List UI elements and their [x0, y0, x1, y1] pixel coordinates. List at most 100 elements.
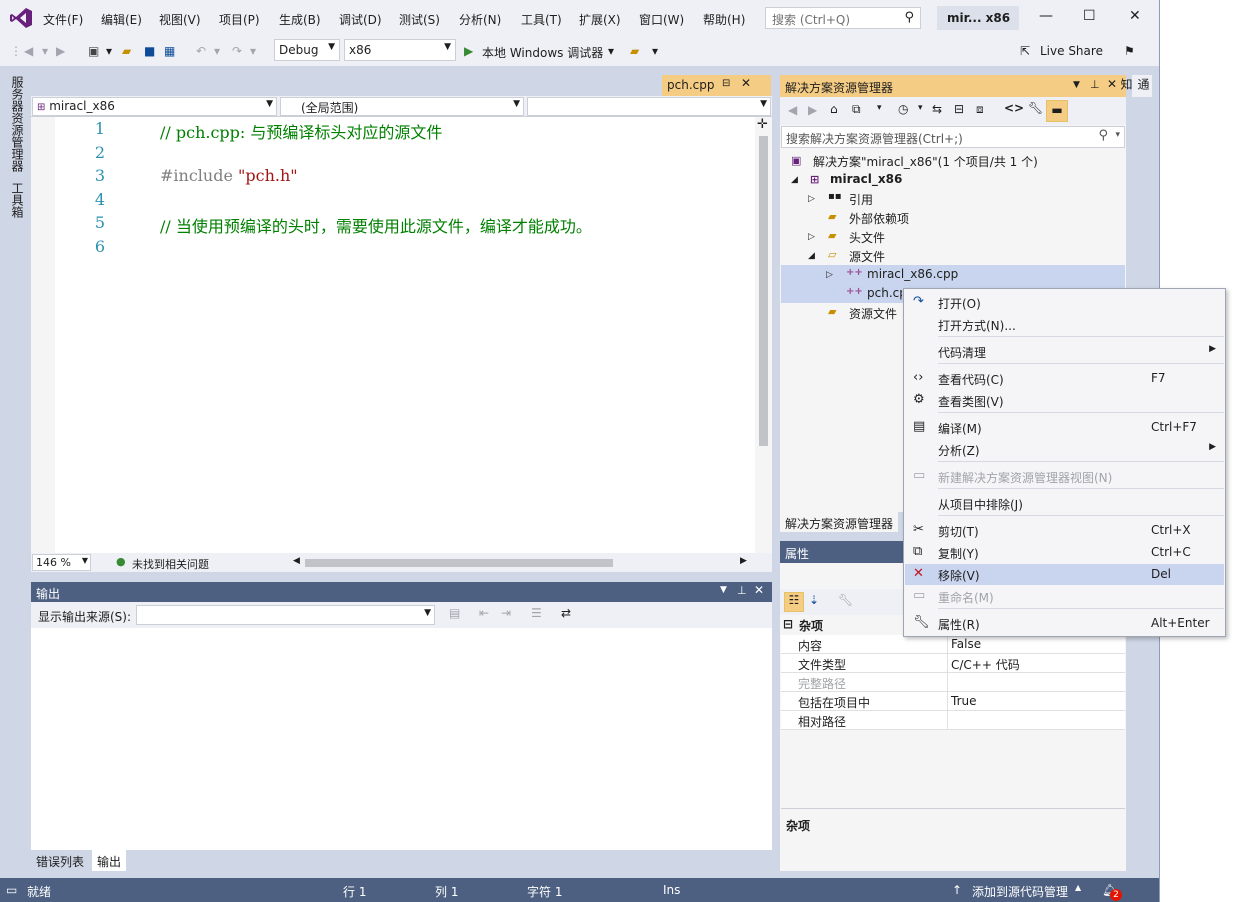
- new-project-icon[interactable]: ▣: [88, 44, 99, 58]
- minimize-icon[interactable]: —: [1039, 8, 1053, 24]
- context-menu-item[interactable]: 分析(Z) ▶: [905, 439, 1224, 460]
- menu-help[interactable]: 帮助(H): [703, 11, 745, 28]
- wrench-icon[interactable]: 🔧︎: [1028, 101, 1043, 115]
- tab-pch-cpp[interactable]: pch.cpp ⊟ ✕: [662, 75, 771, 96]
- dropdown-icon[interactable]: ▾: [918, 103, 923, 113]
- forward-icon[interactable]: ▶: [56, 44, 65, 58]
- property-pages-icon[interactable]: 🔧︎: [838, 593, 853, 607]
- back-icon[interactable]: ◀: [24, 44, 33, 58]
- context-menu-item[interactable]: ‹› 查看代码(C) F7: [905, 368, 1224, 389]
- sync-icon[interactable]: ⇆: [932, 102, 942, 116]
- alphabetical-icon[interactable]: ⇣: [809, 593, 819, 607]
- play-icon[interactable]: ▶: [464, 44, 473, 58]
- close-icon[interactable]: ✕: [754, 583, 764, 597]
- live-share-button[interactable]: Live Share: [1040, 44, 1103, 58]
- dropdown-icon[interactable]: ▾: [1115, 130, 1120, 140]
- code-line[interactable]: // 当使用预编译的头时，需要使用此源文件，编译才能成功。: [160, 213, 592, 237]
- split-icon[interactable]: ✛: [757, 117, 768, 132]
- pin-icon[interactable]: ⊟: [722, 78, 730, 89]
- property-row[interactable]: 包括在项目中 True: [781, 692, 1125, 711]
- arrow-up-icon[interactable]: ↑: [952, 883, 962, 897]
- dropdown-icon[interactable]: ▾: [608, 44, 614, 58]
- property-row[interactable]: 文件类型 C/C++ 代码: [781, 654, 1125, 673]
- tree-file-pch[interactable]: ++ pch.cpp: [846, 286, 902, 302]
- issues-status[interactable]: 未找到相关问题: [132, 556, 209, 572]
- pending-changes-icon[interactable]: ◷: [898, 102, 908, 116]
- code-line[interactable]: // pch.cpp: 与预编译标头对应的源文件: [160, 119, 442, 143]
- pin-icon[interactable]: ⊥: [1090, 78, 1100, 91]
- dropdown-icon[interactable]: ▾: [250, 44, 256, 58]
- tab-error-list[interactable]: 错误列表: [31, 850, 89, 871]
- menu-edit[interactable]: 编辑(E): [101, 11, 142, 28]
- view-code-icon[interactable]: <>: [1004, 101, 1024, 115]
- property-row[interactable]: 相对路径: [781, 711, 1125, 730]
- output-source-select[interactable]: ▼: [136, 605, 435, 625]
- dropdown-icon[interactable]: ▾: [106, 44, 112, 58]
- run-debugger-button[interactable]: 本地 Windows 调试器: [482, 44, 603, 61]
- collapsed-arrow-icon[interactable]: ▷: [826, 270, 833, 280]
- context-menu-item[interactable]: ⧉ 复制(Y) Ctrl+C: [905, 542, 1224, 563]
- find-in-files-icon[interactable]: ▰: [630, 44, 639, 58]
- toolbar-overflow-icon[interactable]: ▾: [652, 44, 658, 58]
- context-menu-item[interactable]: ▤ 编译(M) Ctrl+F7: [905, 417, 1224, 438]
- find-message-icon[interactable]: ▤: [449, 606, 460, 620]
- back-icon[interactable]: ◀: [788, 103, 797, 117]
- property-row[interactable]: 完整路径: [781, 673, 1125, 692]
- horizontal-scroll-thumb[interactable]: [305, 559, 613, 567]
- context-menu-item[interactable]: ✂ 剪切(T) Ctrl+X: [905, 520, 1224, 541]
- pin-icon[interactable]: ⊥: [737, 584, 747, 597]
- close-icon[interactable]: ✕: [1129, 8, 1141, 24]
- context-menu-item[interactable]: 从项目中排除(J): [905, 493, 1224, 514]
- maximize-icon[interactable]: ☐: [1083, 8, 1096, 24]
- save-all-icon[interactable]: ▦: [164, 44, 175, 58]
- categorized-icon[interactable]: ☷: [784, 592, 804, 612]
- config-select[interactable]: Debug ▼: [274, 39, 340, 61]
- code-editor[interactable]: [31, 75, 772, 572]
- menu-debug[interactable]: 调试(D): [339, 11, 382, 28]
- context-menu-item[interactable]: ⚙ 查看类图(V): [905, 390, 1224, 411]
- scroll-left-icon[interactable]: ◀: [293, 556, 300, 566]
- switch-views-icon[interactable]: ⧉: [852, 102, 861, 117]
- dropdown-icon[interactable]: ▾: [214, 44, 220, 58]
- menu-file[interactable]: 文件(F): [43, 11, 83, 28]
- vertical-scroll-thumb[interactable]: [759, 136, 768, 446]
- server-explorer-tab[interactable]: 服务器资源管理器: [0, 74, 26, 174]
- menu-extensions[interactable]: 扩展(X): [579, 11, 621, 28]
- prev-message-icon[interactable]: ⇤: [479, 606, 489, 620]
- menu-tools[interactable]: 工具(T): [521, 11, 562, 28]
- close-tab-icon[interactable]: ✕: [741, 76, 751, 90]
- collapsed-arrow-icon[interactable]: ▷: [808, 232, 815, 242]
- menu-project[interactable]: 项目(P): [219, 11, 260, 28]
- close-icon[interactable]: ✕: [1107, 77, 1117, 91]
- property-row[interactable]: 内容 False: [781, 635, 1125, 654]
- tab-solution-explorer[interactable]: 解决方案资源管理器: [780, 512, 898, 532]
- dropdown-icon[interactable]: ▾: [42, 44, 48, 58]
- redo-icon[interactable]: ↷: [232, 44, 242, 58]
- expand-arrow-icon[interactable]: ◢: [791, 175, 798, 185]
- expand-arrow-icon[interactable]: ◢: [808, 251, 815, 261]
- feedback-icon[interactable]: ⚑: [1124, 44, 1135, 58]
- solution-search-input[interactable]: 搜索解决方案资源管理器(Ctrl+;) ⚲ ▾: [781, 126, 1125, 148]
- zoom-select[interactable]: 146 % ▼: [32, 554, 91, 571]
- next-message-icon[interactable]: ⇥: [501, 606, 511, 620]
- visual-studio-logo-icon[interactable]: [10, 8, 32, 28]
- clear-all-icon[interactable]: ☰: [531, 606, 542, 620]
- add-to-source-control[interactable]: 添加到源代码管理: [972, 883, 1068, 900]
- open-folder-icon[interactable]: ▰: [122, 44, 131, 58]
- menu-analyze[interactable]: 分析(N): [459, 11, 501, 28]
- home-icon[interactable]: ⌂: [830, 102, 838, 116]
- collapse-icon[interactable]: ⊟: [783, 617, 793, 631]
- notifications-tab[interactable]: 通知: [1119, 75, 1152, 97]
- show-all-files-icon[interactable]: ⧈: [976, 102, 984, 117]
- menu-view[interactable]: 视图(V): [159, 11, 201, 28]
- collapse-all-icon[interactable]: ⊟: [954, 102, 964, 116]
- forward-icon[interactable]: ▶: [808, 103, 817, 117]
- platform-select[interactable]: x86 ▼: [344, 39, 456, 61]
- save-icon[interactable]: ■: [144, 44, 155, 58]
- menu-window[interactable]: 窗口(W): [639, 11, 684, 28]
- undo-icon[interactable]: ↶: [196, 44, 206, 58]
- member-nav-select[interactable]: ▼: [527, 97, 771, 116]
- context-menu-item[interactable]: 代码清理 ▶: [905, 341, 1224, 362]
- context-menu-item[interactable]: 🔧︎ 属性(R) Alt+Enter: [905, 613, 1224, 634]
- dropdown-icon[interactable]: ▾: [877, 103, 882, 113]
